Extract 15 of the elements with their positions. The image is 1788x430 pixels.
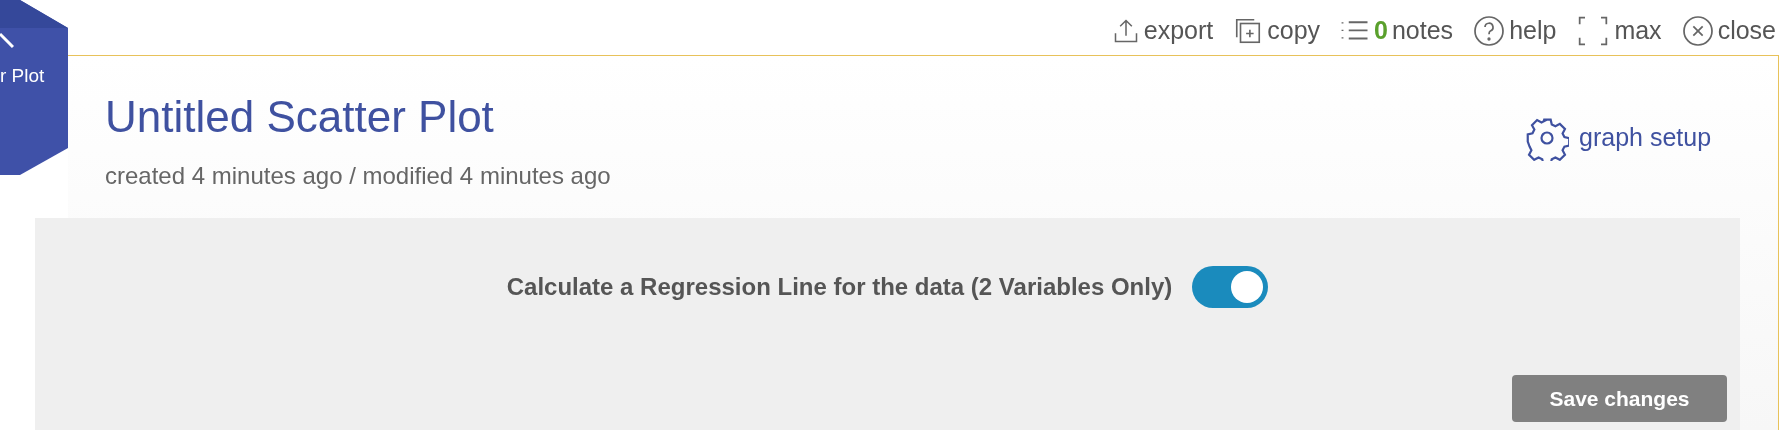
regression-option-label: Calculate a Regression Line for the data (2 Variables Only) — [506, 272, 1173, 302]
close-icon — [1681, 14, 1714, 47]
max-link[interactable]: max — [1576, 12, 1662, 50]
export-link[interactable]: export — [1111, 12, 1214, 50]
page-title: Untitled Scatter Plot — [105, 91, 494, 143]
save-changes-button[interactable]: Save changes — [1512, 375, 1727, 422]
badge-label: r Plot — [0, 64, 45, 88]
notes-link[interactable]: 0 notes — [1340, 12, 1454, 50]
graph-setup-link[interactable]: graph setup — [1525, 115, 1712, 161]
help-icon — [1473, 14, 1506, 47]
timestamp-text: created 4 minutes ago / modified 4 minutes ago — [105, 161, 611, 191]
help-link[interactable]: help — [1473, 12, 1557, 50]
regression-toggle[interactable] — [1192, 266, 1269, 308]
copy-link[interactable]: copy — [1233, 12, 1321, 50]
close-link[interactable]: close — [1681, 12, 1776, 50]
